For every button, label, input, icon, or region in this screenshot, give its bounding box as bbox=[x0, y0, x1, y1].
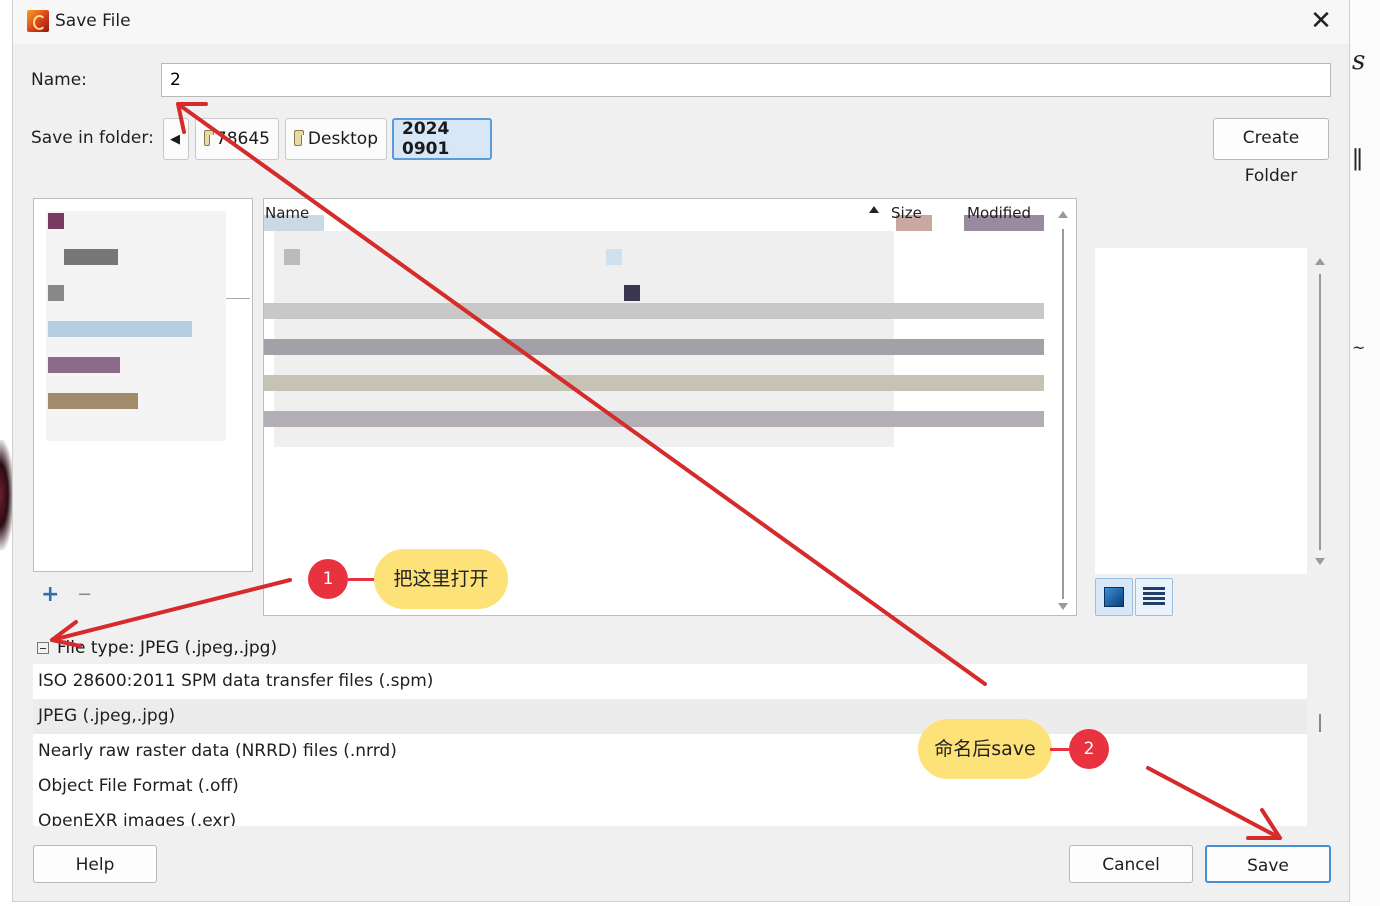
file-list[interactable] bbox=[263, 198, 1077, 616]
create-folder-button[interactable]: Create Folder bbox=[1213, 118, 1329, 186]
breadcrumb-label: 78645 bbox=[215, 129, 270, 149]
chevron-left-icon: ◀ bbox=[170, 131, 180, 147]
file-type-option[interactable]: Nearly raw raster data (NRRD) files (.nr… bbox=[33, 734, 1307, 769]
file-type-option[interactable]: OpenEXR images (.exr) bbox=[33, 804, 1307, 826]
scroll-track bbox=[1319, 274, 1321, 550]
file-type-list[interactable]: ISO 28600:2011 SPM data transfer files (… bbox=[33, 664, 1307, 826]
name-label: Name: bbox=[31, 70, 87, 90]
desktop-background: s ∥ ~ bbox=[1350, 0, 1380, 906]
places-separator bbox=[226, 298, 250, 299]
window-title: Save File bbox=[55, 11, 131, 31]
file-row[interactable] bbox=[264, 375, 1044, 391]
annotation-step2-badge: 2 bbox=[1069, 729, 1109, 769]
place-item-icon bbox=[48, 285, 64, 301]
file-list-scrollbar[interactable] bbox=[1056, 207, 1070, 610]
thumbnail-view-icon bbox=[1104, 587, 1124, 607]
place-item-icon bbox=[48, 357, 120, 373]
file-type-option[interactable]: Object File Format (.off) bbox=[33, 769, 1307, 804]
file-row[interactable] bbox=[264, 411, 1044, 427]
remove-place-button[interactable]: − bbox=[77, 584, 92, 605]
sort-ascending-icon bbox=[869, 206, 879, 213]
desktop-scribble: ∥ bbox=[1352, 146, 1364, 174]
place-item-icon bbox=[64, 249, 118, 265]
scroll-down-icon bbox=[1315, 558, 1325, 565]
scroll-track bbox=[1062, 229, 1064, 599]
breadcrumb-item-desktop[interactable]: Desktop bbox=[285, 118, 387, 160]
folder-icon bbox=[294, 129, 304, 146]
app-logo-icon bbox=[27, 10, 49, 32]
help-button[interactable]: Help bbox=[33, 845, 157, 883]
save-button[interactable]: Save bbox=[1205, 845, 1331, 883]
scroll-down-icon bbox=[1058, 603, 1068, 610]
annotation-step1-badge: 1 bbox=[308, 559, 348, 599]
add-place-button[interactable]: + bbox=[41, 582, 59, 607]
save-in-folder-label: Save in folder: bbox=[31, 128, 154, 148]
save-file-dialog: Save File ✕ Name: Save in folder: ◀ 7864… bbox=[12, 0, 1350, 902]
annotation-step2-bubble: 命名后save bbox=[918, 719, 1052, 779]
places-list[interactable] bbox=[33, 198, 253, 572]
collapse-icon bbox=[37, 642, 49, 654]
annotation-step1-connector bbox=[348, 578, 376, 581]
breadcrumb-back-button[interactable]: ◀ bbox=[163, 118, 189, 160]
column-header-size[interactable]: Size bbox=[891, 204, 922, 222]
title-bar: Save File ✕ bbox=[13, 0, 1349, 44]
file-type-scrollbar[interactable] bbox=[1319, 714, 1321, 732]
place-item-icon bbox=[48, 393, 138, 409]
breadcrumb-label: 2024 0901 bbox=[402, 119, 450, 159]
breadcrumb-item-2024-0901[interactable]: 2024 0901 bbox=[392, 118, 492, 160]
preview-scrollbar[interactable] bbox=[1313, 254, 1327, 570]
column-header-modified[interactable]: Modified bbox=[967, 204, 1031, 222]
file-row-icon bbox=[284, 249, 300, 265]
desktop-scribble: ~ bbox=[1352, 338, 1366, 357]
list-view-button[interactable] bbox=[1135, 578, 1173, 616]
desktop-scribble: s bbox=[1352, 46, 1366, 76]
folder-icon bbox=[204, 129, 214, 146]
file-row-icon bbox=[624, 285, 640, 301]
thumbnail-view-button[interactable] bbox=[1095, 578, 1133, 616]
cancel-button[interactable]: Cancel bbox=[1069, 845, 1193, 883]
file-row-icon bbox=[606, 249, 622, 265]
name-input[interactable] bbox=[161, 63, 1331, 97]
close-icon[interactable]: ✕ bbox=[1305, 6, 1337, 38]
scroll-up-icon bbox=[1315, 258, 1325, 265]
file-type-option-selected[interactable]: JPEG (.jpeg,.jpg) bbox=[33, 699, 1307, 734]
file-type-option[interactable]: ISO 28600:2011 SPM data transfer files (… bbox=[33, 664, 1307, 699]
file-type-expander[interactable]: File type: JPEG (.jpeg,.jpg) bbox=[37, 638, 277, 658]
breadcrumb-item-78645[interactable]: 78645 bbox=[195, 118, 279, 160]
scroll-up-icon bbox=[1058, 211, 1068, 218]
preview-pane bbox=[1095, 248, 1307, 574]
breadcrumb-label: Desktop bbox=[307, 129, 378, 149]
column-header-name[interactable]: Name bbox=[265, 204, 309, 222]
file-type-label: File type: JPEG (.jpeg,.jpg) bbox=[57, 638, 278, 658]
place-item-icon bbox=[48, 213, 64, 229]
place-item-icon bbox=[48, 321, 192, 337]
list-view-icon bbox=[1143, 587, 1165, 607]
file-row[interactable] bbox=[264, 339, 1044, 355]
file-row[interactable] bbox=[264, 303, 1044, 319]
annotation-step1-bubble: 把这里打开 bbox=[374, 549, 508, 609]
